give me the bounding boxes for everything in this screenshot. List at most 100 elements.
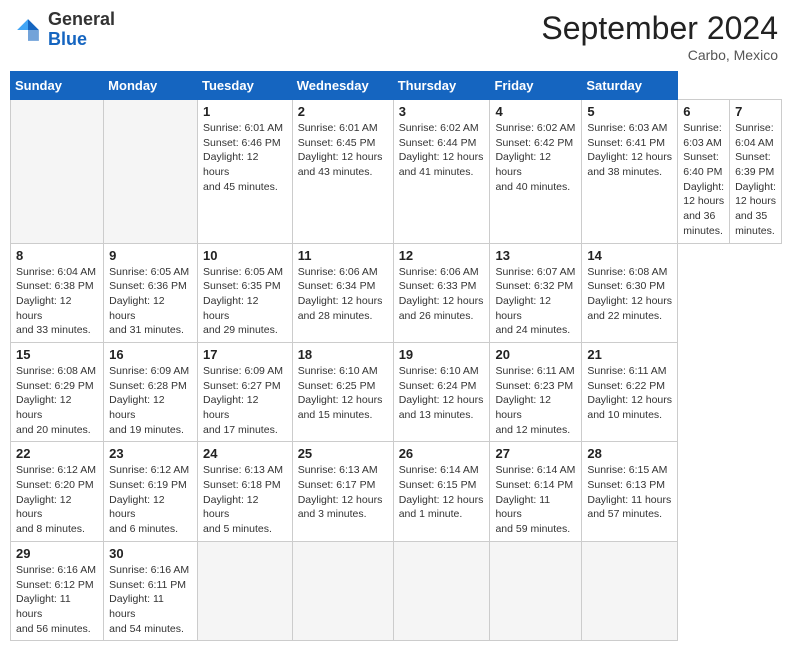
day-info: Sunrise: 6:04 AM Sunset: 6:38 PM Dayligh… [16,265,98,338]
day-info: Sunrise: 6:07 AM Sunset: 6:32 PM Dayligh… [495,265,576,338]
day-info: Sunrise: 6:11 AM Sunset: 6:22 PM Dayligh… [587,364,672,423]
column-header-wednesday: Wednesday [292,72,393,100]
day-number: 27 [495,446,576,461]
day-number: 14 [587,248,672,263]
week-row-1: 1Sunrise: 6:01 AM Sunset: 6:46 PM Daylig… [11,100,782,244]
empty-cell [490,541,582,640]
day-info: Sunrise: 6:03 AM Sunset: 6:41 PM Dayligh… [587,121,672,180]
day-number: 26 [399,446,485,461]
day-number: 6 [683,104,724,119]
day-cell-5: 5 Sunrise: 6:03 AM Sunset: 6:41 PM Daylig… [582,100,678,244]
day-info: Sunrise: 6:06 AM Sunset: 6:33 PM Dayligh… [399,265,485,324]
day-cell-29: 29 Sunrise: 6:16 AM Sunset: 6:12 PM Dayli… [11,541,104,640]
page-header: General Blue September 2024 Carbo, Mexic… [10,10,782,63]
day-number: 21 [587,347,672,362]
day-info: Sunrise: 6:05 AM Sunset: 6:35 PM Dayligh… [203,265,287,338]
empty-cell [11,100,104,244]
empty-cell [292,541,393,640]
day-cell-15: 15Sunrise: 6:08 AM Sunset: 6:29 PM Dayli… [11,342,104,441]
day-cell-26: 26 Sunrise: 6:14 AM Sunset: 6:15 PM Dayli… [393,442,490,541]
day-info: Sunrise: 6:02 AM Sunset: 6:42 PM Dayligh… [495,121,576,194]
day-number: 10 [203,248,287,263]
day-cell-14: 14Sunrise: 6:08 AM Sunset: 6:30 PM Dayli… [582,243,678,342]
day-number: 23 [109,446,192,461]
day-info: Sunrise: 6:10 AM Sunset: 6:24 PM Dayligh… [399,364,485,423]
day-info: Sunrise: 6:13 AM Sunset: 6:17 PM Dayligh… [298,463,388,522]
week-row-4: 22 Sunrise: 6:12 AM Sunset: 6:20 PM Dayli… [11,442,782,541]
day-number: 1 [203,104,287,119]
logo-blue: Blue [48,29,87,49]
day-cell-22: 22 Sunrise: 6:12 AM Sunset: 6:20 PM Dayli… [11,442,104,541]
day-cell-8: 8 Sunrise: 6:04 AM Sunset: 6:38 PM Daylig… [11,243,104,342]
calendar-header-row: SundayMondayTuesdayWednesdayThursdayFrid… [11,72,782,100]
logo-text: General Blue [48,10,115,50]
day-number: 3 [399,104,485,119]
day-cell-19: 19 Sunrise: 6:10 AM Sunset: 6:24 PM Dayli… [393,342,490,441]
day-number: 16 [109,347,192,362]
empty-cell [104,100,198,244]
day-cell-1: 1Sunrise: 6:01 AM Sunset: 6:46 PM Daylig… [198,100,293,244]
day-number: 24 [203,446,287,461]
day-cell-3: 3 Sunrise: 6:02 AM Sunset: 6:44 PM Daylig… [393,100,490,244]
empty-cell [582,541,678,640]
logo: General Blue [14,10,115,50]
column-header-sunday: Sunday [11,72,104,100]
day-cell-21: 21 Sunrise: 6:11 AM Sunset: 6:22 PM Dayli… [582,342,678,441]
day-cell-16: 16 Sunrise: 6:09 AM Sunset: 6:28 PM Dayli… [104,342,198,441]
day-info: Sunrise: 6:14 AM Sunset: 6:15 PM Dayligh… [399,463,485,522]
day-info: Sunrise: 6:16 AM Sunset: 6:11 PM Dayligh… [109,563,192,636]
column-header-saturday: Saturday [582,72,678,100]
day-cell-7: 7 Sunrise: 6:04 AM Sunset: 6:39 PM Daylig… [730,100,782,244]
day-number: 18 [298,347,388,362]
column-header-monday: Monday [104,72,198,100]
day-info: Sunrise: 6:11 AM Sunset: 6:23 PM Dayligh… [495,364,576,437]
day-cell-28: 28 Sunrise: 6:15 AM Sunset: 6:13 PM Dayli… [582,442,678,541]
day-cell-20: 20 Sunrise: 6:11 AM Sunset: 6:23 PM Dayli… [490,342,582,441]
day-number: 17 [203,347,287,362]
day-cell-30: 30 Sunrise: 6:16 AM Sunset: 6:11 PM Dayli… [104,541,198,640]
day-number: 8 [16,248,98,263]
day-cell-13: 13 Sunrise: 6:07 AM Sunset: 6:32 PM Dayli… [490,243,582,342]
title-block: September 2024 Carbo, Mexico [541,10,778,63]
day-info: Sunrise: 6:03 AM Sunset: 6:40 PM Dayligh… [683,121,724,239]
column-header-tuesday: Tuesday [198,72,293,100]
day-info: Sunrise: 6:13 AM Sunset: 6:18 PM Dayligh… [203,463,287,536]
day-info: Sunrise: 6:12 AM Sunset: 6:20 PM Dayligh… [16,463,98,536]
day-cell-18: 18Sunrise: 6:10 AM Sunset: 6:25 PM Dayli… [292,342,393,441]
day-number: 7 [735,104,776,119]
day-info: Sunrise: 6:04 AM Sunset: 6:39 PM Dayligh… [735,121,776,239]
day-number: 15 [16,347,98,362]
day-info: Sunrise: 6:02 AM Sunset: 6:44 PM Dayligh… [399,121,485,180]
day-number: 22 [16,446,98,461]
logo-icon [14,16,42,44]
day-cell-24: 24 Sunrise: 6:13 AM Sunset: 6:18 PM Dayli… [198,442,293,541]
month-title: September 2024 [541,10,778,47]
day-number: 20 [495,347,576,362]
day-cell-6: 6 Sunrise: 6:03 AM Sunset: 6:40 PM Daylig… [678,100,730,244]
day-number: 5 [587,104,672,119]
week-row-3: 15Sunrise: 6:08 AM Sunset: 6:29 PM Dayli… [11,342,782,441]
day-number: 19 [399,347,485,362]
day-cell-11: 11Sunrise: 6:06 AM Sunset: 6:34 PM Dayli… [292,243,393,342]
day-number: 13 [495,248,576,263]
day-cell-27: 27Sunrise: 6:14 AM Sunset: 6:14 PM Dayli… [490,442,582,541]
day-cell-12: 12Sunrise: 6:06 AM Sunset: 6:33 PM Dayli… [393,243,490,342]
logo-general: General [48,9,115,29]
day-info: Sunrise: 6:16 AM Sunset: 6:12 PM Dayligh… [16,563,98,636]
day-number: 4 [495,104,576,119]
day-number: 2 [298,104,388,119]
day-number: 28 [587,446,672,461]
day-info: Sunrise: 6:15 AM Sunset: 6:13 PM Dayligh… [587,463,672,522]
empty-cell [198,541,293,640]
day-info: Sunrise: 6:09 AM Sunset: 6:28 PM Dayligh… [109,364,192,437]
day-info: Sunrise: 6:09 AM Sunset: 6:27 PM Dayligh… [203,364,287,437]
week-row-5: 29 Sunrise: 6:16 AM Sunset: 6:12 PM Dayli… [11,541,782,640]
day-info: Sunrise: 6:06 AM Sunset: 6:34 PM Dayligh… [298,265,388,324]
day-info: Sunrise: 6:12 AM Sunset: 6:19 PM Dayligh… [109,463,192,536]
day-number: 29 [16,546,98,561]
day-number: 30 [109,546,192,561]
day-info: Sunrise: 6:01 AM Sunset: 6:45 PM Dayligh… [298,121,388,180]
day-cell-9: 9Sunrise: 6:05 AM Sunset: 6:36 PM Daylig… [104,243,198,342]
empty-cell [393,541,490,640]
column-header-friday: Friday [490,72,582,100]
